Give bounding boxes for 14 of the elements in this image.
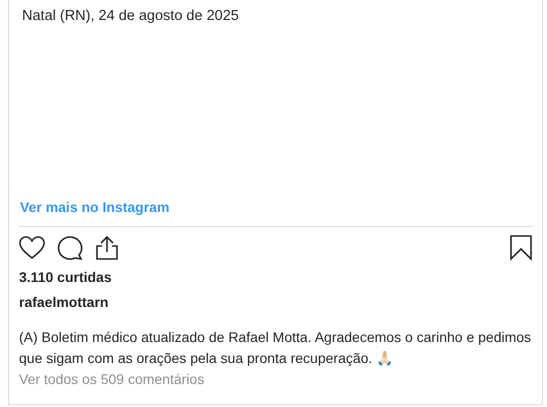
username-link[interactable]: rafaelmottarn [19, 294, 108, 310]
post-text: Natal (RN), 24 de agosto de 2025 [22, 8, 240, 24]
heart-icon [19, 236, 45, 260]
like-count: 3.110 curtidas [19, 269, 112, 285]
share-icon [95, 235, 119, 261]
bookmark-icon [510, 235, 532, 261]
comment-button[interactable] [57, 236, 83, 260]
like-button[interactable] [19, 236, 45, 260]
post-caption: (A) Boletim médico atualizado de Rafael Motta. Agradecemos o carinho e pedimos que sigam com as orações pela sua pronta recuperação. 🙏🏻 [19, 328, 532, 368]
share-button[interactable] [95, 235, 119, 261]
view-more-link[interactable]: Ver mais no Instagram [20, 198, 170, 226]
speech-bubble-icon [57, 236, 83, 260]
save-button[interactable] [510, 235, 532, 261]
view-comments-link[interactable]: Ver todos os 509 comentários [19, 371, 204, 387]
